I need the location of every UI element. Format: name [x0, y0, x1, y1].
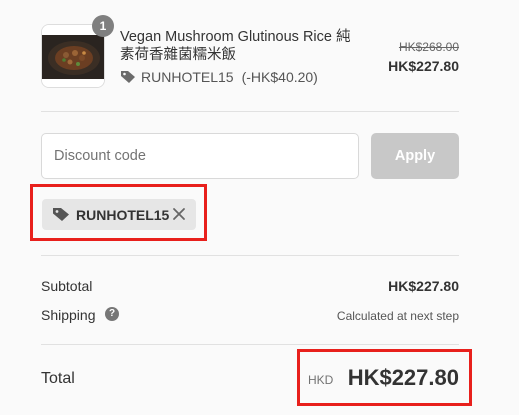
- final-price: HK$227.80: [388, 58, 459, 74]
- item-discount: RUNHOTEL15 (-HK$40.20): [120, 68, 318, 86]
- applied-tag-code: RUNHOTEL15: [76, 206, 170, 223]
- applied-discount-tag: RUNHOTEL15: [42, 199, 196, 230]
- order-summary: 1 Vegan Mushroom Glutinous Rice 純素荷香雜菌糯米…: [0, 0, 519, 415]
- original-price: HK$268.00: [398, 40, 459, 54]
- total-amount: HK$227.80: [347, 365, 459, 390]
- shipping-label: Shipping: [41, 307, 96, 323]
- product-thumbnail: 1: [41, 15, 114, 88]
- quantity-badge: 1: [92, 15, 114, 37]
- subtotal-label: Subtotal: [41, 278, 93, 294]
- divider: [41, 111, 459, 112]
- total-label: Total: [41, 370, 75, 387]
- divider: [41, 255, 459, 256]
- apply-button[interactable]: Apply: [371, 133, 459, 179]
- divider: [41, 344, 459, 345]
- subtotal-value: HK$227.80: [388, 278, 459, 294]
- tag-icon: [52, 207, 70, 222]
- shipping-value: Calculated at next step: [336, 309, 459, 323]
- item-discount-amount: (-HK$40.20): [241, 69, 318, 85]
- tag-icon: [120, 70, 136, 84]
- item-discount-code: RUNHOTEL15: [141, 69, 234, 85]
- total-currency: HKD: [308, 373, 334, 387]
- close-icon[interactable]: [172, 207, 186, 221]
- discount-code-input[interactable]: [41, 133, 359, 179]
- help-icon[interactable]: ?: [105, 307, 119, 321]
- product-name: Vegan Mushroom Glutinous Rice 純素荷香雜菌糯米飯: [120, 29, 351, 63]
